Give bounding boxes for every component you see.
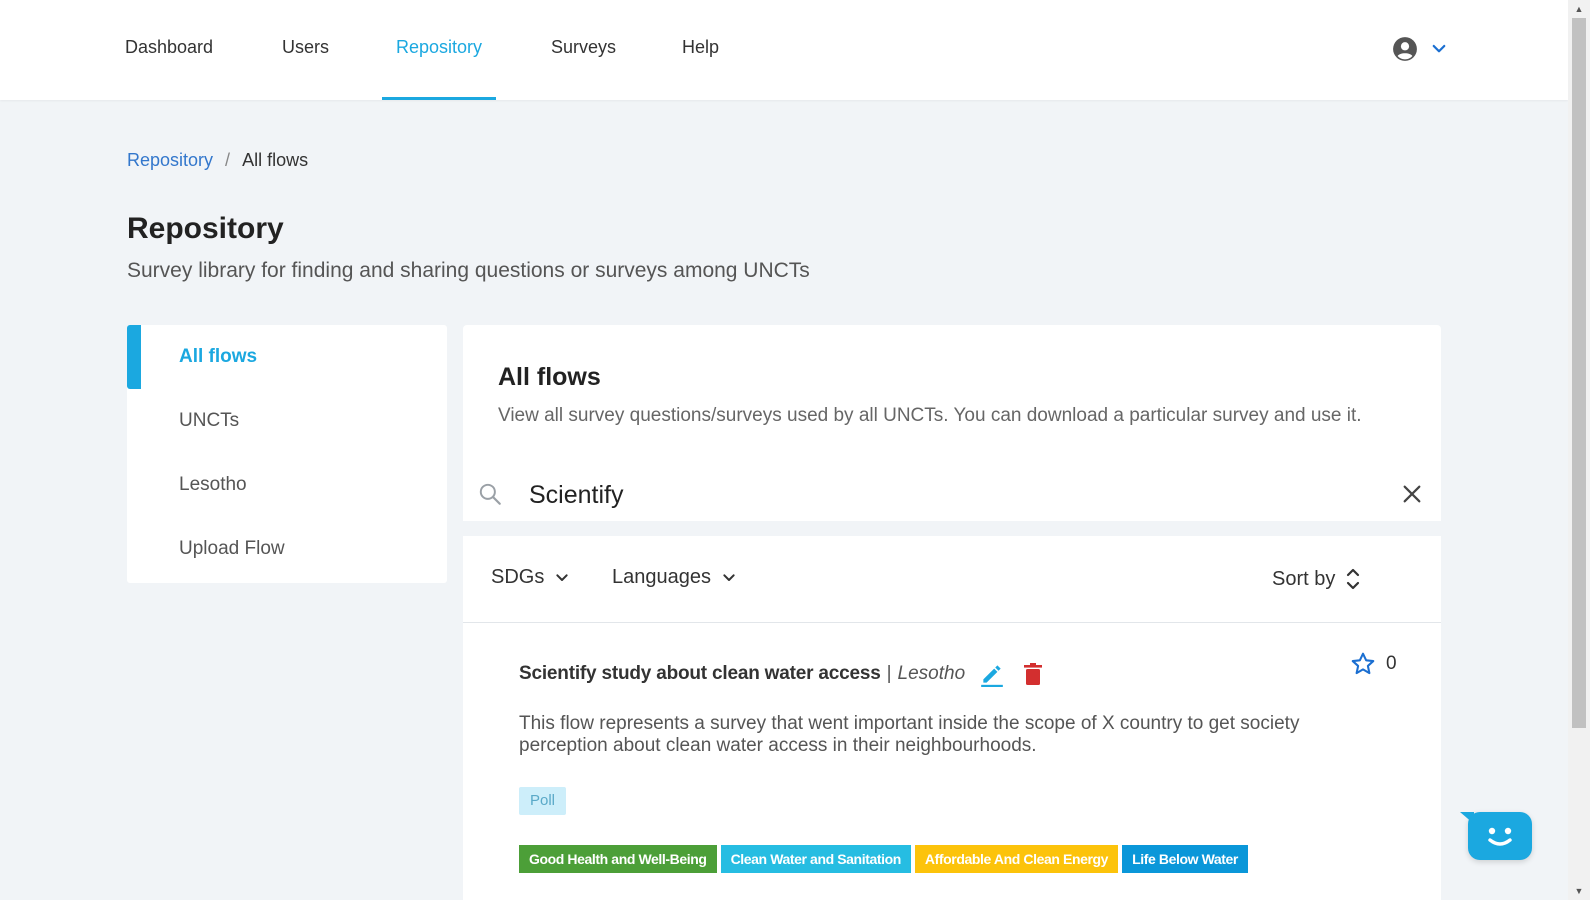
search-bar — [463, 467, 1441, 521]
sdg-tag: Clean Water and Sanitation — [720, 845, 911, 873]
delete-flow-button[interactable] — [1023, 662, 1043, 686]
flow-description: This flow represents a survey that went … — [519, 713, 1300, 756]
scroll-up-icon[interactable]: ▲ — [1568, 0, 1590, 18]
breadcrumb-repository-link[interactable]: Repository — [127, 150, 213, 170]
sdgs-filter-label: SDGs — [491, 566, 545, 588]
languages-filter-dropdown[interactable]: Languages — [612, 566, 737, 589]
nav-item-dashboard[interactable]: Dashboard — [125, 0, 213, 100]
sdg-tags: Good Health and Well-Being Clean Water a… — [519, 845, 1252, 873]
sidebar-item-label: UNCTs — [179, 410, 240, 431]
flow-type-badge: Poll — [519, 787, 567, 815]
sidebar-item-label: All flows — [179, 346, 258, 367]
nav-item-users[interactable]: Users — [282, 0, 329, 100]
languages-filter-label: Languages — [612, 566, 711, 588]
sidebar-item-all-flows[interactable]: All flows — [127, 325, 447, 389]
sdg-tag: Life Below Water — [1122, 845, 1248, 873]
scroll-down-icon[interactable]: ▼ — [1568, 882, 1590, 900]
sort-by-dropdown[interactable]: Sort by — [1272, 566, 1361, 592]
favorite-count: 0 — [1386, 653, 1397, 674]
chevron-down-icon — [556, 573, 569, 581]
search-input[interactable] — [527, 475, 1351, 515]
page-subtitle: Survey library for finding and sharing q… — [127, 259, 810, 282]
section-title: All flows — [498, 363, 601, 391]
sdg-tag: Affordable And Clean Energy — [914, 845, 1119, 873]
flow-card[interactable]: Scientify study about clean water access… — [463, 623, 1441, 900]
top-navigation: Dashboard Users Repository Surveys Help — [0, 0, 1568, 100]
sort-by-label: Sort by — [1272, 567, 1336, 590]
edit-flow-button[interactable] — [979, 661, 1005, 687]
search-icon — [479, 483, 501, 505]
pencil-icon — [981, 665, 1003, 687]
sidebar: All flows UNCTs Lesotho Upload Flow — [127, 325, 447, 583]
breadcrumb: Repository / All flows — [127, 150, 308, 171]
favorite-button[interactable]: 0 — [1350, 651, 1397, 677]
chat-widget-button[interactable] — [1460, 812, 1532, 860]
chevron-down-icon — [1432, 44, 1446, 53]
sidebar-item-uncts[interactable]: UNCTs — [127, 389, 447, 453]
scrollbar-thumb[interactable] — [1572, 18, 1586, 728]
filter-bar: SDGs Languages Sort by — [463, 536, 1441, 623]
sidebar-item-lesotho[interactable]: Lesotho — [127, 453, 447, 517]
sidebar-active-indicator — [127, 325, 141, 389]
user-menu-button[interactable] — [1392, 34, 1448, 64]
sdgs-filter-dropdown[interactable]: SDGs — [491, 566, 570, 589]
nav-item-help[interactable]: Help — [682, 0, 719, 100]
flow-title[interactable]: Scientify study about clean water access — [519, 663, 881, 685]
nav-item-repository[interactable]: Repository — [382, 0, 497, 100]
chat-bot-icon — [1488, 827, 1512, 846]
page-scrollbar[interactable]: ▲ ▼ — [1568, 0, 1590, 900]
section-description: View all survey questions/surveys used b… — [498, 405, 1362, 426]
close-icon[interactable] — [1401, 483, 1423, 505]
user-circle-icon — [1393, 37, 1417, 61]
nav-item-repository-label: Repository — [396, 37, 483, 57]
page-title: Repository — [127, 212, 284, 245]
trash-icon — [1024, 663, 1043, 685]
star-icon — [1351, 652, 1375, 675]
breadcrumb-current: All flows — [242, 150, 309, 170]
sdg-tag: Good Health and Well-Being — [519, 845, 717, 873]
sidebar-item-upload-flow[interactable]: Upload Flow — [127, 517, 447, 581]
sidebar-item-label: Upload Flow — [179, 538, 285, 559]
flow-title-separator: | — [886, 663, 892, 684]
nav-item-surveys[interactable]: Surveys — [551, 0, 616, 100]
breadcrumb-separator: / — [225, 150, 231, 170]
sort-icon — [1347, 568, 1360, 590]
flow-title-row: Scientify study about clean water access… — [519, 661, 1043, 687]
chevron-down-icon — [723, 573, 735, 581]
flow-country: Lesotho — [897, 663, 966, 684]
active-tab-indicator — [382, 97, 497, 100]
flows-card-header: All flows View all survey questions/surv… — [463, 325, 1441, 468]
sidebar-item-label: Lesotho — [179, 474, 247, 495]
